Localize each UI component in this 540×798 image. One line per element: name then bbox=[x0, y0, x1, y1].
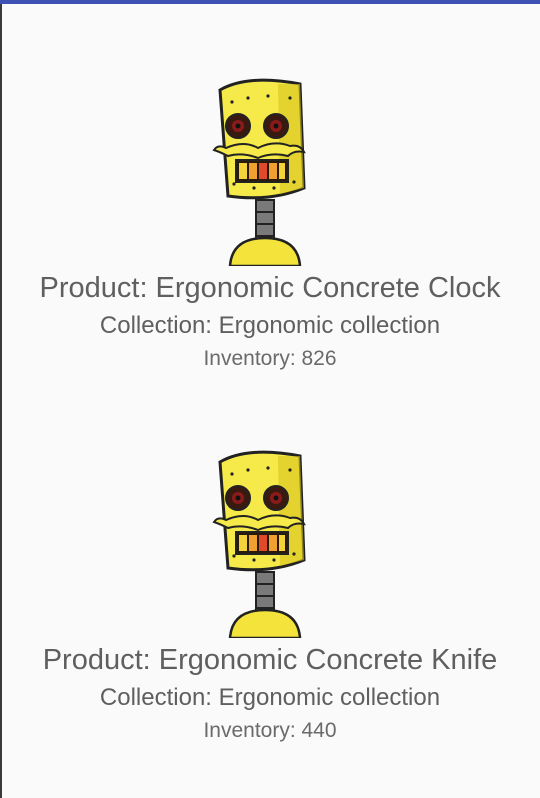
product-collection: Collection: Ergonomic collection bbox=[99, 684, 441, 711]
product-collection: Collection: Ergonomic collection bbox=[99, 312, 441, 339]
product-card[interactable]: Product: Ergonomic Concrete Knife Collec… bbox=[0, 376, 540, 748]
product-title: Product: Ergonomic Concrete Clock bbox=[39, 272, 501, 304]
product-list[interactable]: Product: Ergonomic Concrete Clock Collec… bbox=[0, 4, 540, 748]
robot-product-image bbox=[212, 450, 306, 638]
product-card[interactable]: Product: Ergonomic Concrete Clock Collec… bbox=[0, 4, 540, 376]
robot-product-image bbox=[212, 78, 306, 266]
product-inventory: Inventory: 826 bbox=[203, 347, 337, 370]
product-title: Product: Ergonomic Concrete Knife bbox=[42, 644, 498, 676]
product-inventory: Inventory: 440 bbox=[203, 719, 337, 742]
